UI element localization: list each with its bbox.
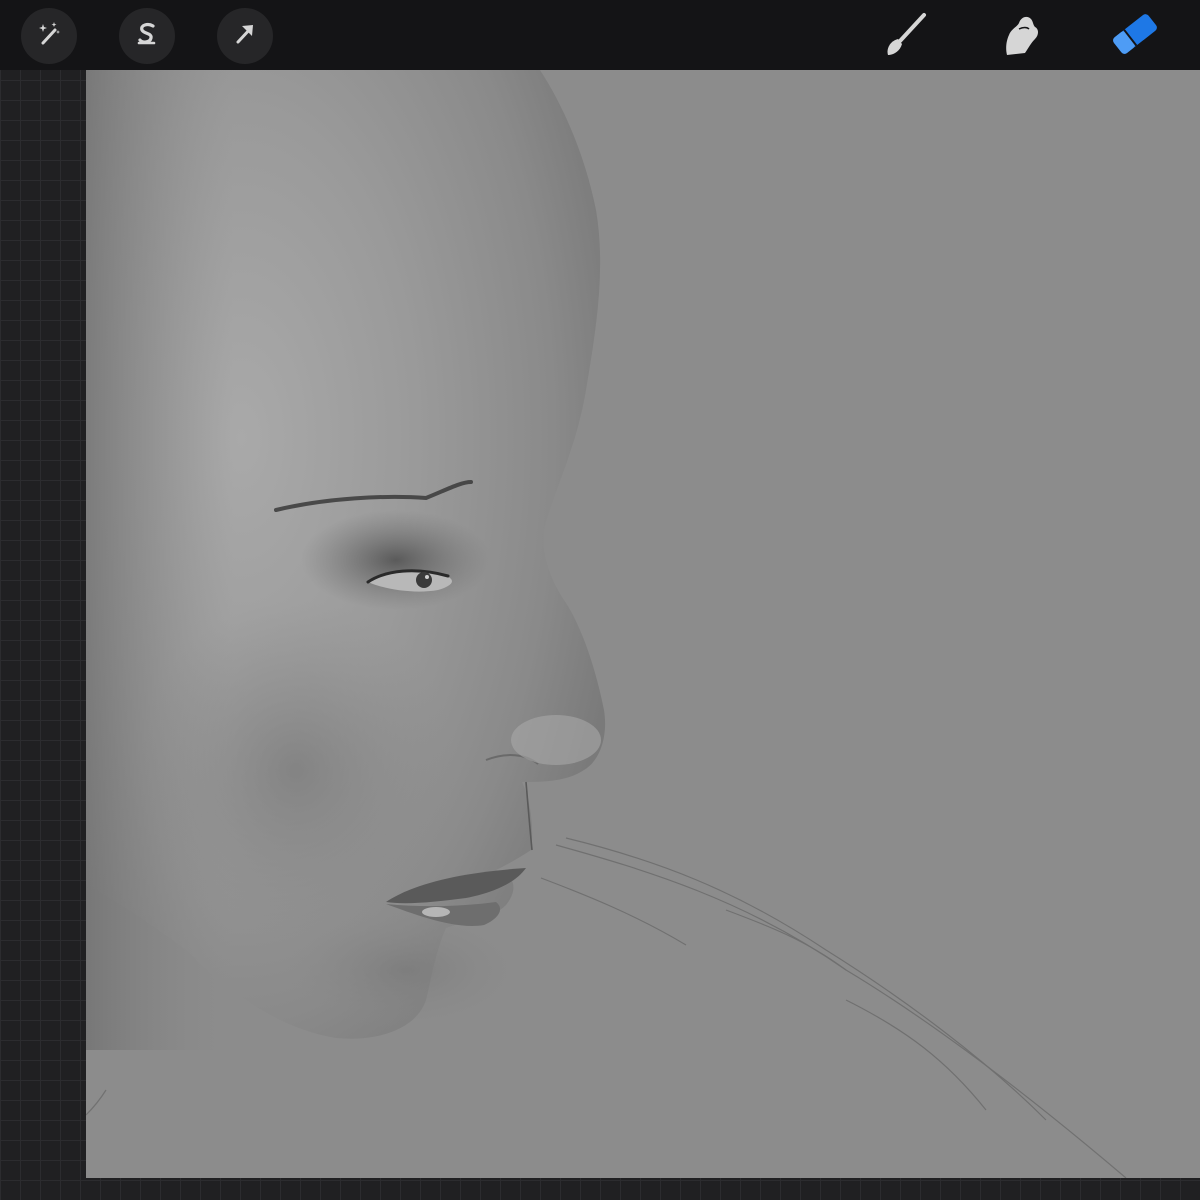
smudge-button[interactable]	[990, 8, 1050, 64]
drawing-canvas[interactable]	[86, 70, 1200, 1178]
top-toolbar	[0, 0, 1200, 70]
brush-icon	[880, 9, 930, 64]
transform-button[interactable]	[217, 8, 273, 64]
arrow-cursor-icon	[230, 19, 260, 54]
adjustments-button[interactable]	[21, 8, 77, 64]
smudge-finger-icon	[995, 9, 1045, 64]
selection-s-icon	[132, 19, 162, 54]
brush-button[interactable]	[875, 8, 935, 64]
eraser-icon	[1107, 9, 1163, 64]
magic-wand-icon	[34, 19, 64, 54]
eraser-button[interactable]	[1105, 8, 1165, 64]
selection-button[interactable]	[119, 8, 175, 64]
portrait-artwork	[86, 70, 1200, 1178]
